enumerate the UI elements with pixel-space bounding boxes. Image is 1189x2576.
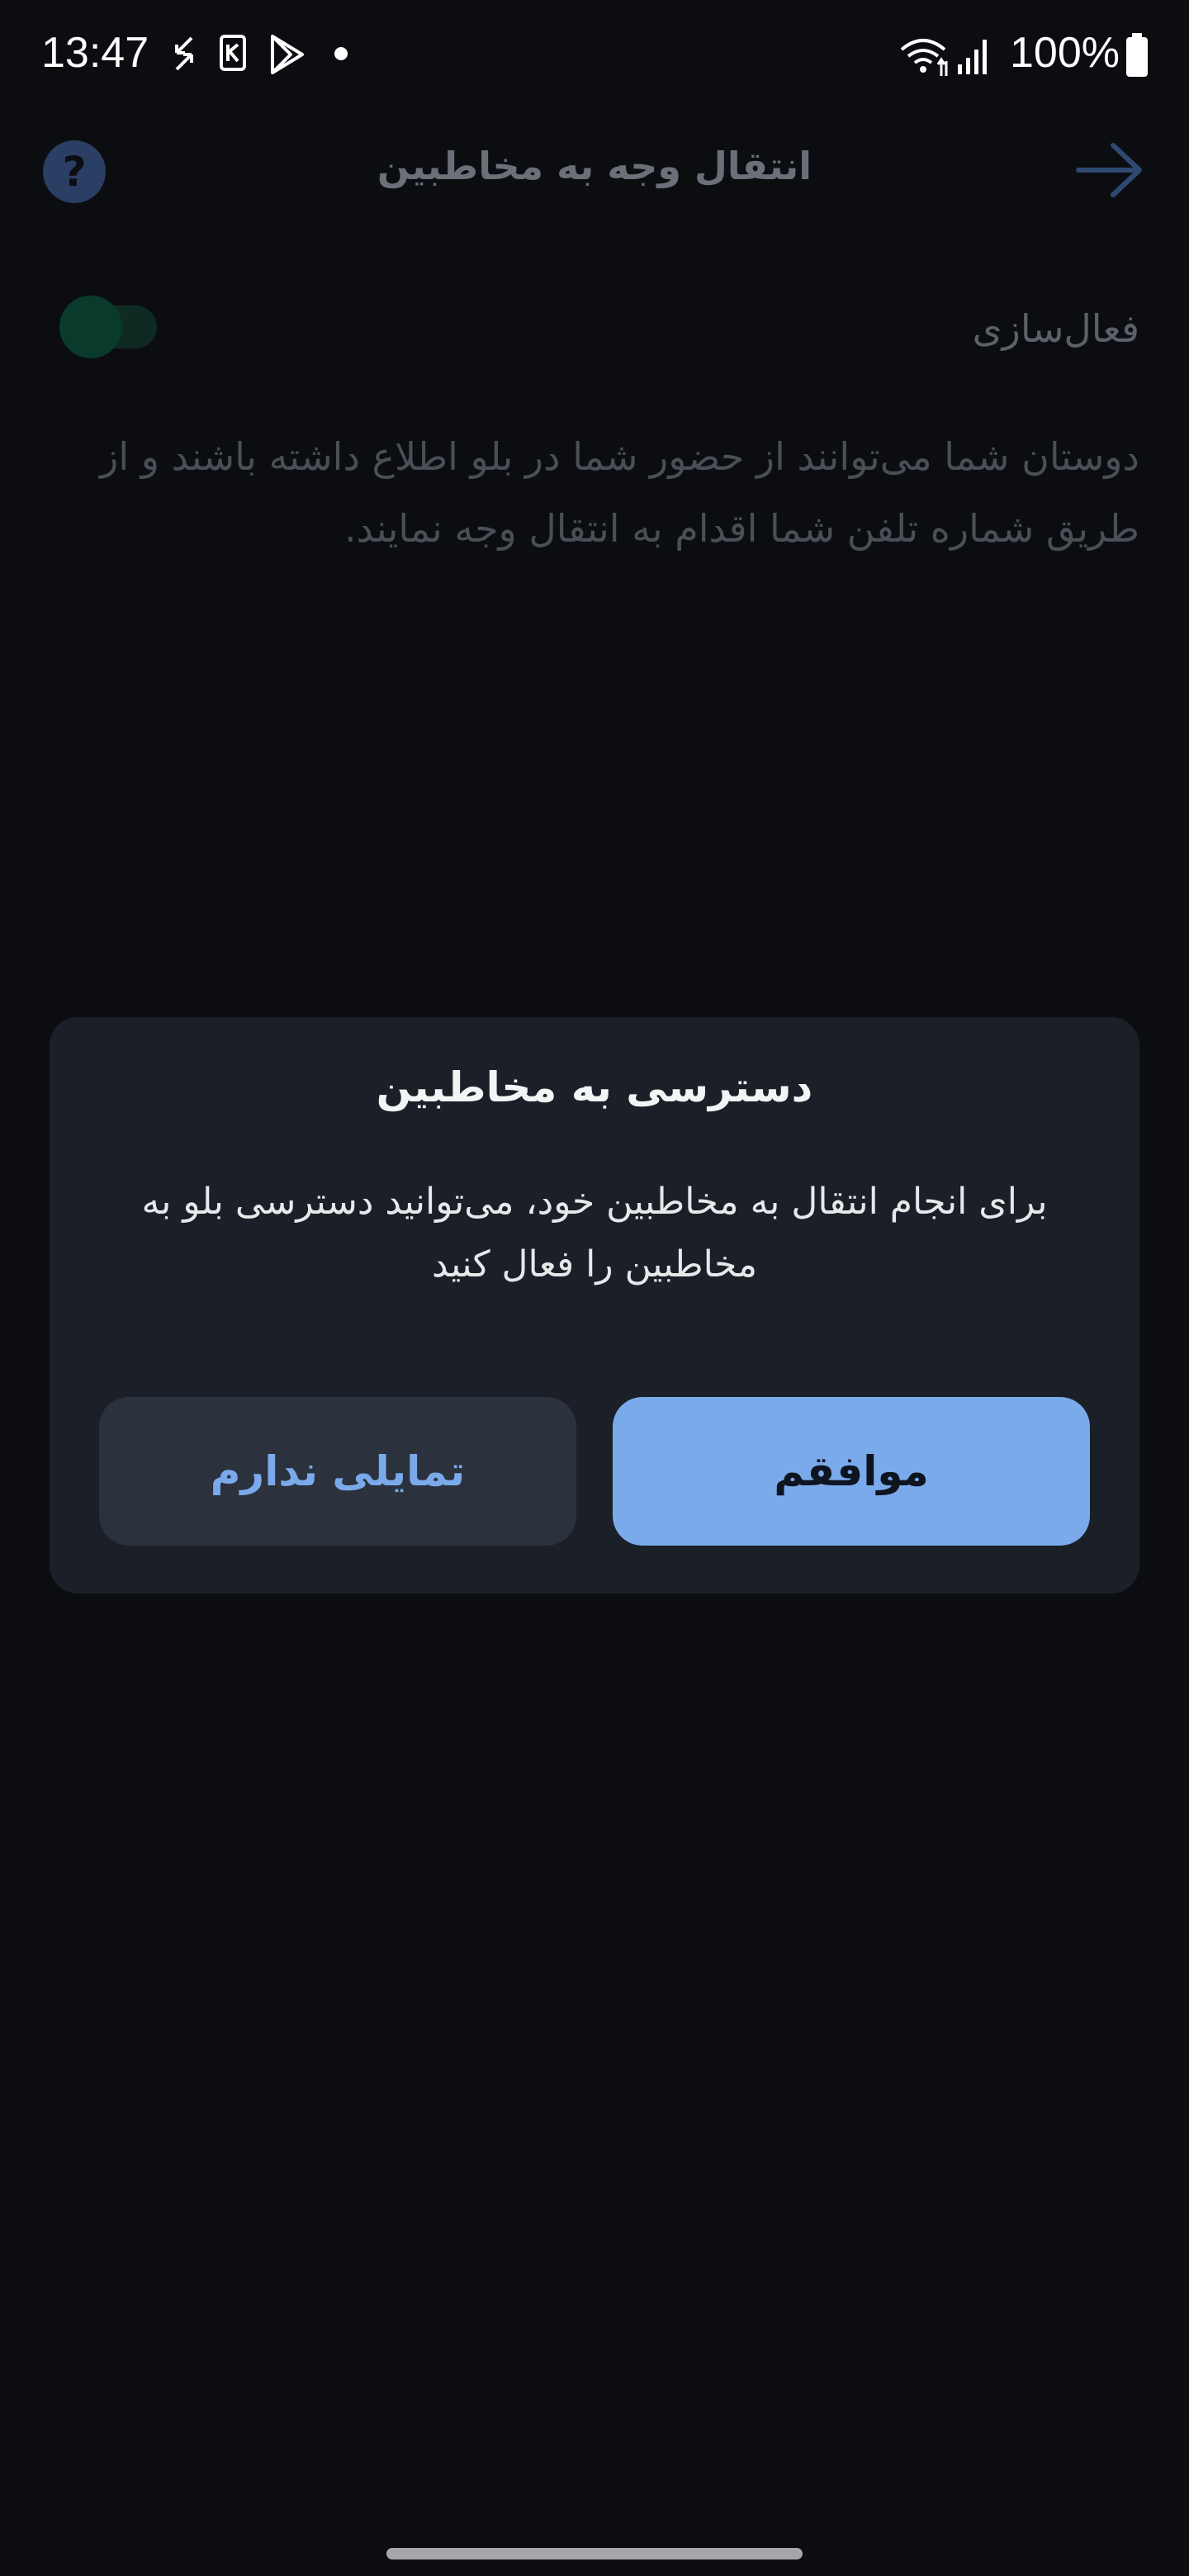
battery-percentage: 100%: [1010, 29, 1120, 77]
dot-icon: [334, 47, 348, 60]
top-app-bar: انتقال وجه به مخاطبین ?: [0, 112, 1189, 228]
dialog-message: برای انجام انتقال به مخاطبین خود، می‌توا…: [141, 1181, 1048, 1286]
sync-icon: [175, 36, 193, 71]
help-symbol: ?: [62, 148, 87, 196]
help-icon[interactable]: ?: [43, 140, 106, 203]
status-bar: 13:47 100%: [0, 0, 1189, 112]
page-title: انتقال وجه به مخاطبین: [377, 144, 812, 188]
play-store-icon: [271, 35, 304, 74]
decline-button[interactable]: تمایلی ندارم: [99, 1397, 576, 1546]
activation-label: فعال‌سازی: [972, 306, 1139, 351]
toggle-knob: [59, 296, 122, 358]
contacts-permission-dialog: دسترسی به مخاطبین برای انجام انتقال به م…: [50, 1017, 1139, 1593]
home-indicator[interactable]: [386, 2548, 803, 2559]
status-time: 13:47: [41, 29, 149, 77]
battery-icon: [1126, 33, 1148, 77]
accept-button-label: موافقم: [774, 1447, 929, 1495]
signal-icon: [958, 40, 987, 74]
decline-button-label: تمایلی ندارم: [210, 1447, 466, 1495]
activation-toggle[interactable]: [59, 296, 157, 358]
feature-description: دوستان شما می‌توانند از حضور شما در بلو …: [100, 434, 1139, 551]
sim-card-icon: [220, 35, 246, 71]
wifi-icon: [900, 39, 948, 76]
dialog-title: دسترسی به مخاطبین: [376, 1063, 813, 1111]
accept-button[interactable]: موافقم: [613, 1397, 1090, 1546]
